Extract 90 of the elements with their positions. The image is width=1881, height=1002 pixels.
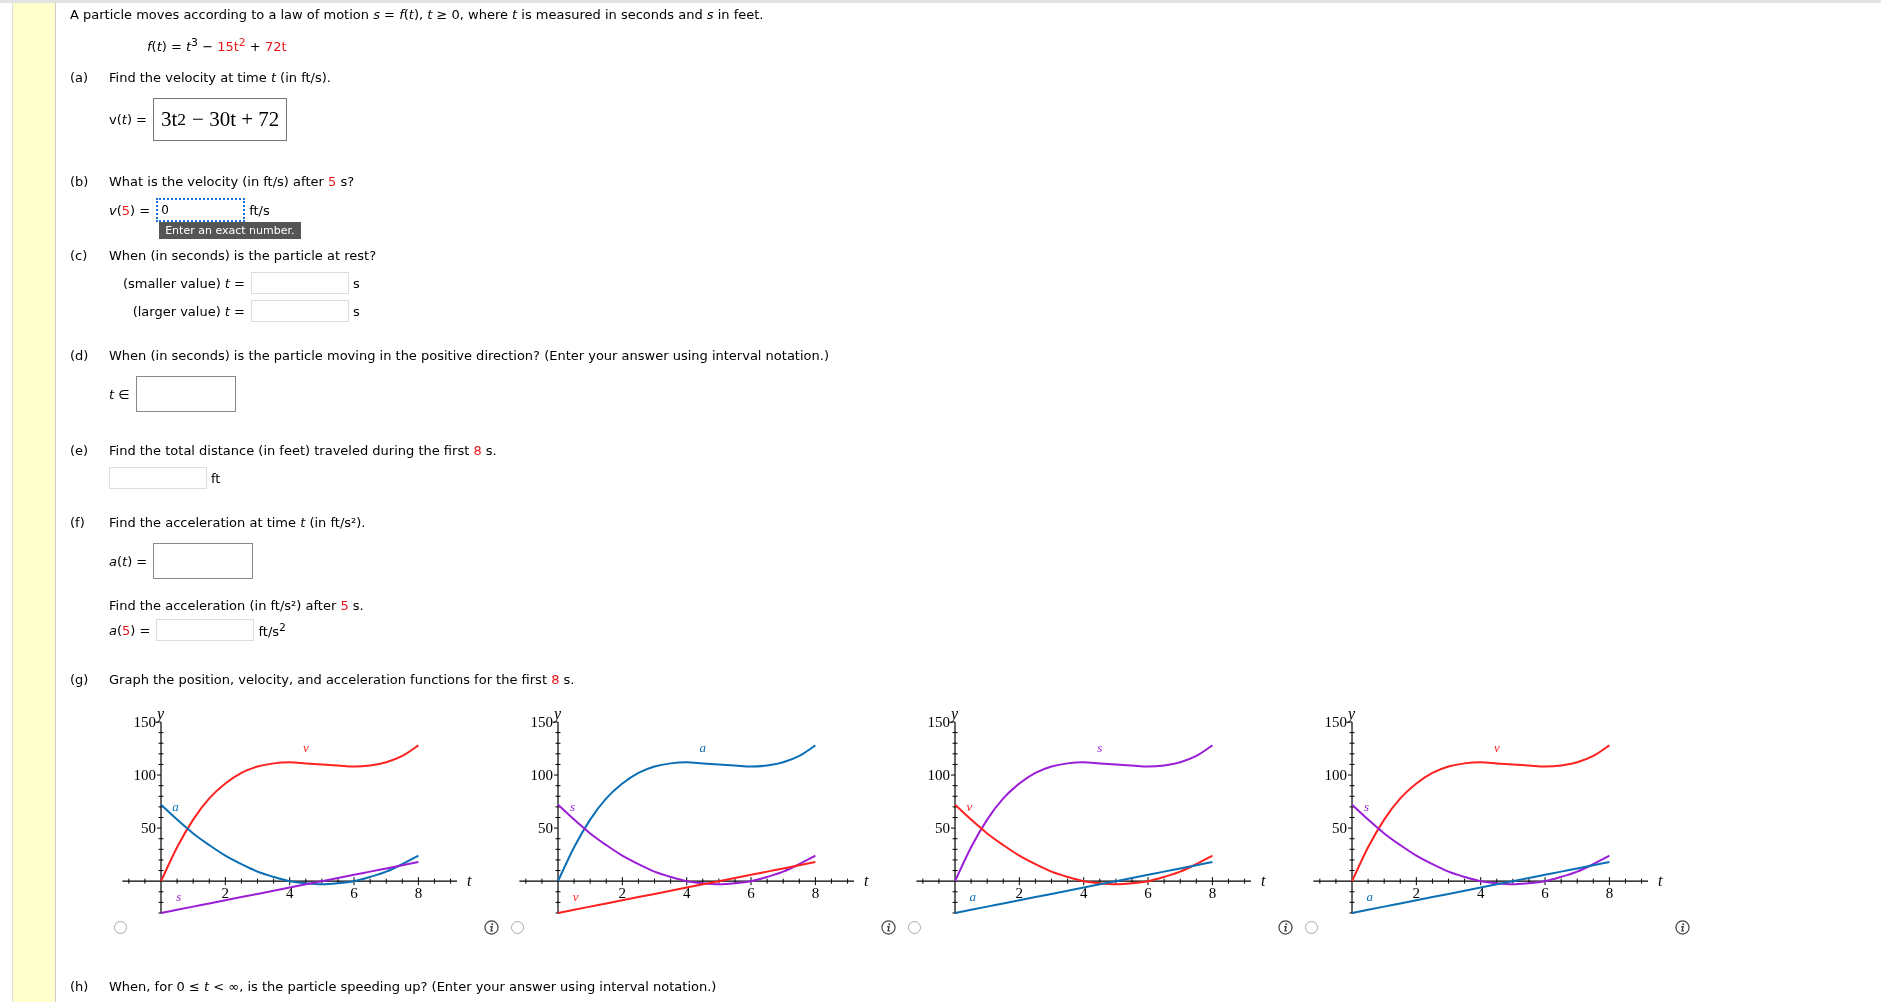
question-text: What is the velocity (in ft/s) after 5 s?	[109, 173, 355, 192]
tick-label: 50	[935, 820, 950, 837]
tick-label: 6	[1541, 885, 1549, 902]
field-label: a(5) =	[109, 622, 151, 638]
tick-label: 4	[285, 885, 294, 902]
curve-label: v	[966, 799, 973, 815]
unit-label: ft/s	[249, 202, 270, 218]
field-label: v(t) =	[109, 112, 147, 128]
answer-field[interactable]	[135, 376, 236, 413]
info-icon[interactable]	[881, 920, 896, 936]
question-text: When (in seconds) is the particle at rest?	[109, 247, 377, 266]
axis-label: t	[467, 872, 472, 890]
curve-label: a	[969, 889, 976, 905]
tick-label: 4	[1476, 885, 1485, 902]
tick-label: 50	[1332, 820, 1347, 837]
tick-label: 4	[1079, 885, 1088, 902]
part-label: (e)	[70, 442, 90, 461]
problem-text: A particle moves according to a law of motion s = f(t), t ≥ 0, where t is measured in seconds and s in feet.	[70, 7, 764, 22]
unit-label: ft	[211, 470, 221, 486]
tick-label: 6	[1144, 885, 1152, 902]
tick-label: 150	[927, 714, 950, 731]
curve-label: s	[1363, 799, 1369, 815]
unit-label: ft/s$^{2}$	[258, 621, 286, 640]
part-label: (b)	[70, 173, 90, 192]
tick-label: 6	[747, 885, 755, 902]
tick-label: 100	[1324, 767, 1347, 784]
curve-label: v	[1493, 740, 1500, 756]
question-text: Find the acceleration (in ft/s²) after 5 s.	[109, 598, 364, 614]
axis-label: y	[157, 705, 165, 723]
tick-label: 6	[350, 885, 358, 902]
radio-button[interactable]	[114, 921, 127, 935]
tick-label: 100	[530, 767, 553, 784]
function-formula: f(t) = t$^{3}$ − 15t$^{2}$ + 72t	[147, 39, 287, 55]
info-icon[interactable]	[1278, 920, 1293, 936]
unit-label: s	[353, 303, 360, 319]
hint-tooltip: Enter an exact number.	[159, 222, 301, 240]
part-label: (h)	[70, 978, 90, 997]
question-text: Graph the position, velocity, and acceleration functions for the first 8 s.	[109, 671, 575, 690]
axis-label: y	[951, 705, 959, 723]
question-text: Find the velocity at time t (in ft/s).	[109, 69, 331, 88]
field-label: (larger value) t =	[131, 303, 245, 319]
curve-label: a	[172, 799, 179, 815]
tick-label: 2	[1412, 885, 1421, 902]
field-label: t ∈	[109, 386, 130, 402]
info-icon[interactable]	[484, 920, 499, 936]
info-icon[interactable]	[1675, 920, 1690, 936]
curve-label: s	[569, 799, 575, 815]
axis-label: y	[554, 705, 562, 723]
field-label: v(5) =	[109, 202, 151, 218]
tick-label: 50	[538, 820, 553, 837]
axis-label: t	[1658, 872, 1663, 890]
tick-label: 8	[811, 885, 820, 902]
question-text: Find the acceleration at time t (in ft/s²).	[109, 514, 366, 533]
tick-label: 2	[1015, 885, 1024, 902]
part-label: (g)	[70, 671, 90, 690]
curve-label: s	[1097, 740, 1103, 756]
question-text: When (in seconds) is the particle moving in the positive direction? (Enter your answer using interval notation.)	[109, 347, 829, 366]
radio-button[interactable]	[908, 921, 921, 935]
unit-label: s	[353, 275, 360, 291]
tick-label: 50	[141, 820, 156, 837]
tick-label: 100	[927, 767, 950, 784]
axis-label: t	[864, 872, 869, 890]
radio-button[interactable]	[1305, 921, 1318, 935]
curve-label: v	[572, 889, 579, 905]
radio-button[interactable]	[511, 921, 524, 935]
question-text: Find the total distance (in feet) traveled during the first 8 s.	[109, 442, 497, 461]
tick-label: 4	[682, 885, 691, 902]
field-label: (smaller value) t =	[121, 275, 245, 291]
part-label: (c)	[70, 247, 89, 266]
tick-label: 2	[221, 885, 230, 902]
question-text: When, for 0 ≤ t < ∞, is the particle speeding up? (Enter your answer using interval notation.)	[109, 978, 717, 997]
curve-label: a	[699, 740, 707, 756]
part-label: (a)	[70, 69, 90, 88]
tick-label: 150	[1324, 714, 1347, 731]
tick-label: 100	[133, 767, 156, 784]
curve-label: s	[176, 889, 182, 905]
curve-label: v	[302, 740, 309, 756]
axis-label: y	[1348, 705, 1356, 723]
field-label: a(t) =	[109, 553, 148, 569]
tick-label: 8	[1605, 885, 1614, 902]
part-label: (f)	[70, 514, 86, 533]
part-label: (d)	[70, 347, 90, 366]
curve-label: a	[1366, 889, 1373, 905]
tick-label: 150	[133, 714, 156, 731]
tick-label: 2	[618, 885, 627, 902]
tick-label: 8	[1208, 885, 1217, 902]
tick-label: 8	[414, 885, 423, 902]
answer-field[interactable]	[153, 543, 254, 580]
axis-label: t	[1261, 872, 1266, 890]
tick-label: 150	[530, 714, 553, 731]
